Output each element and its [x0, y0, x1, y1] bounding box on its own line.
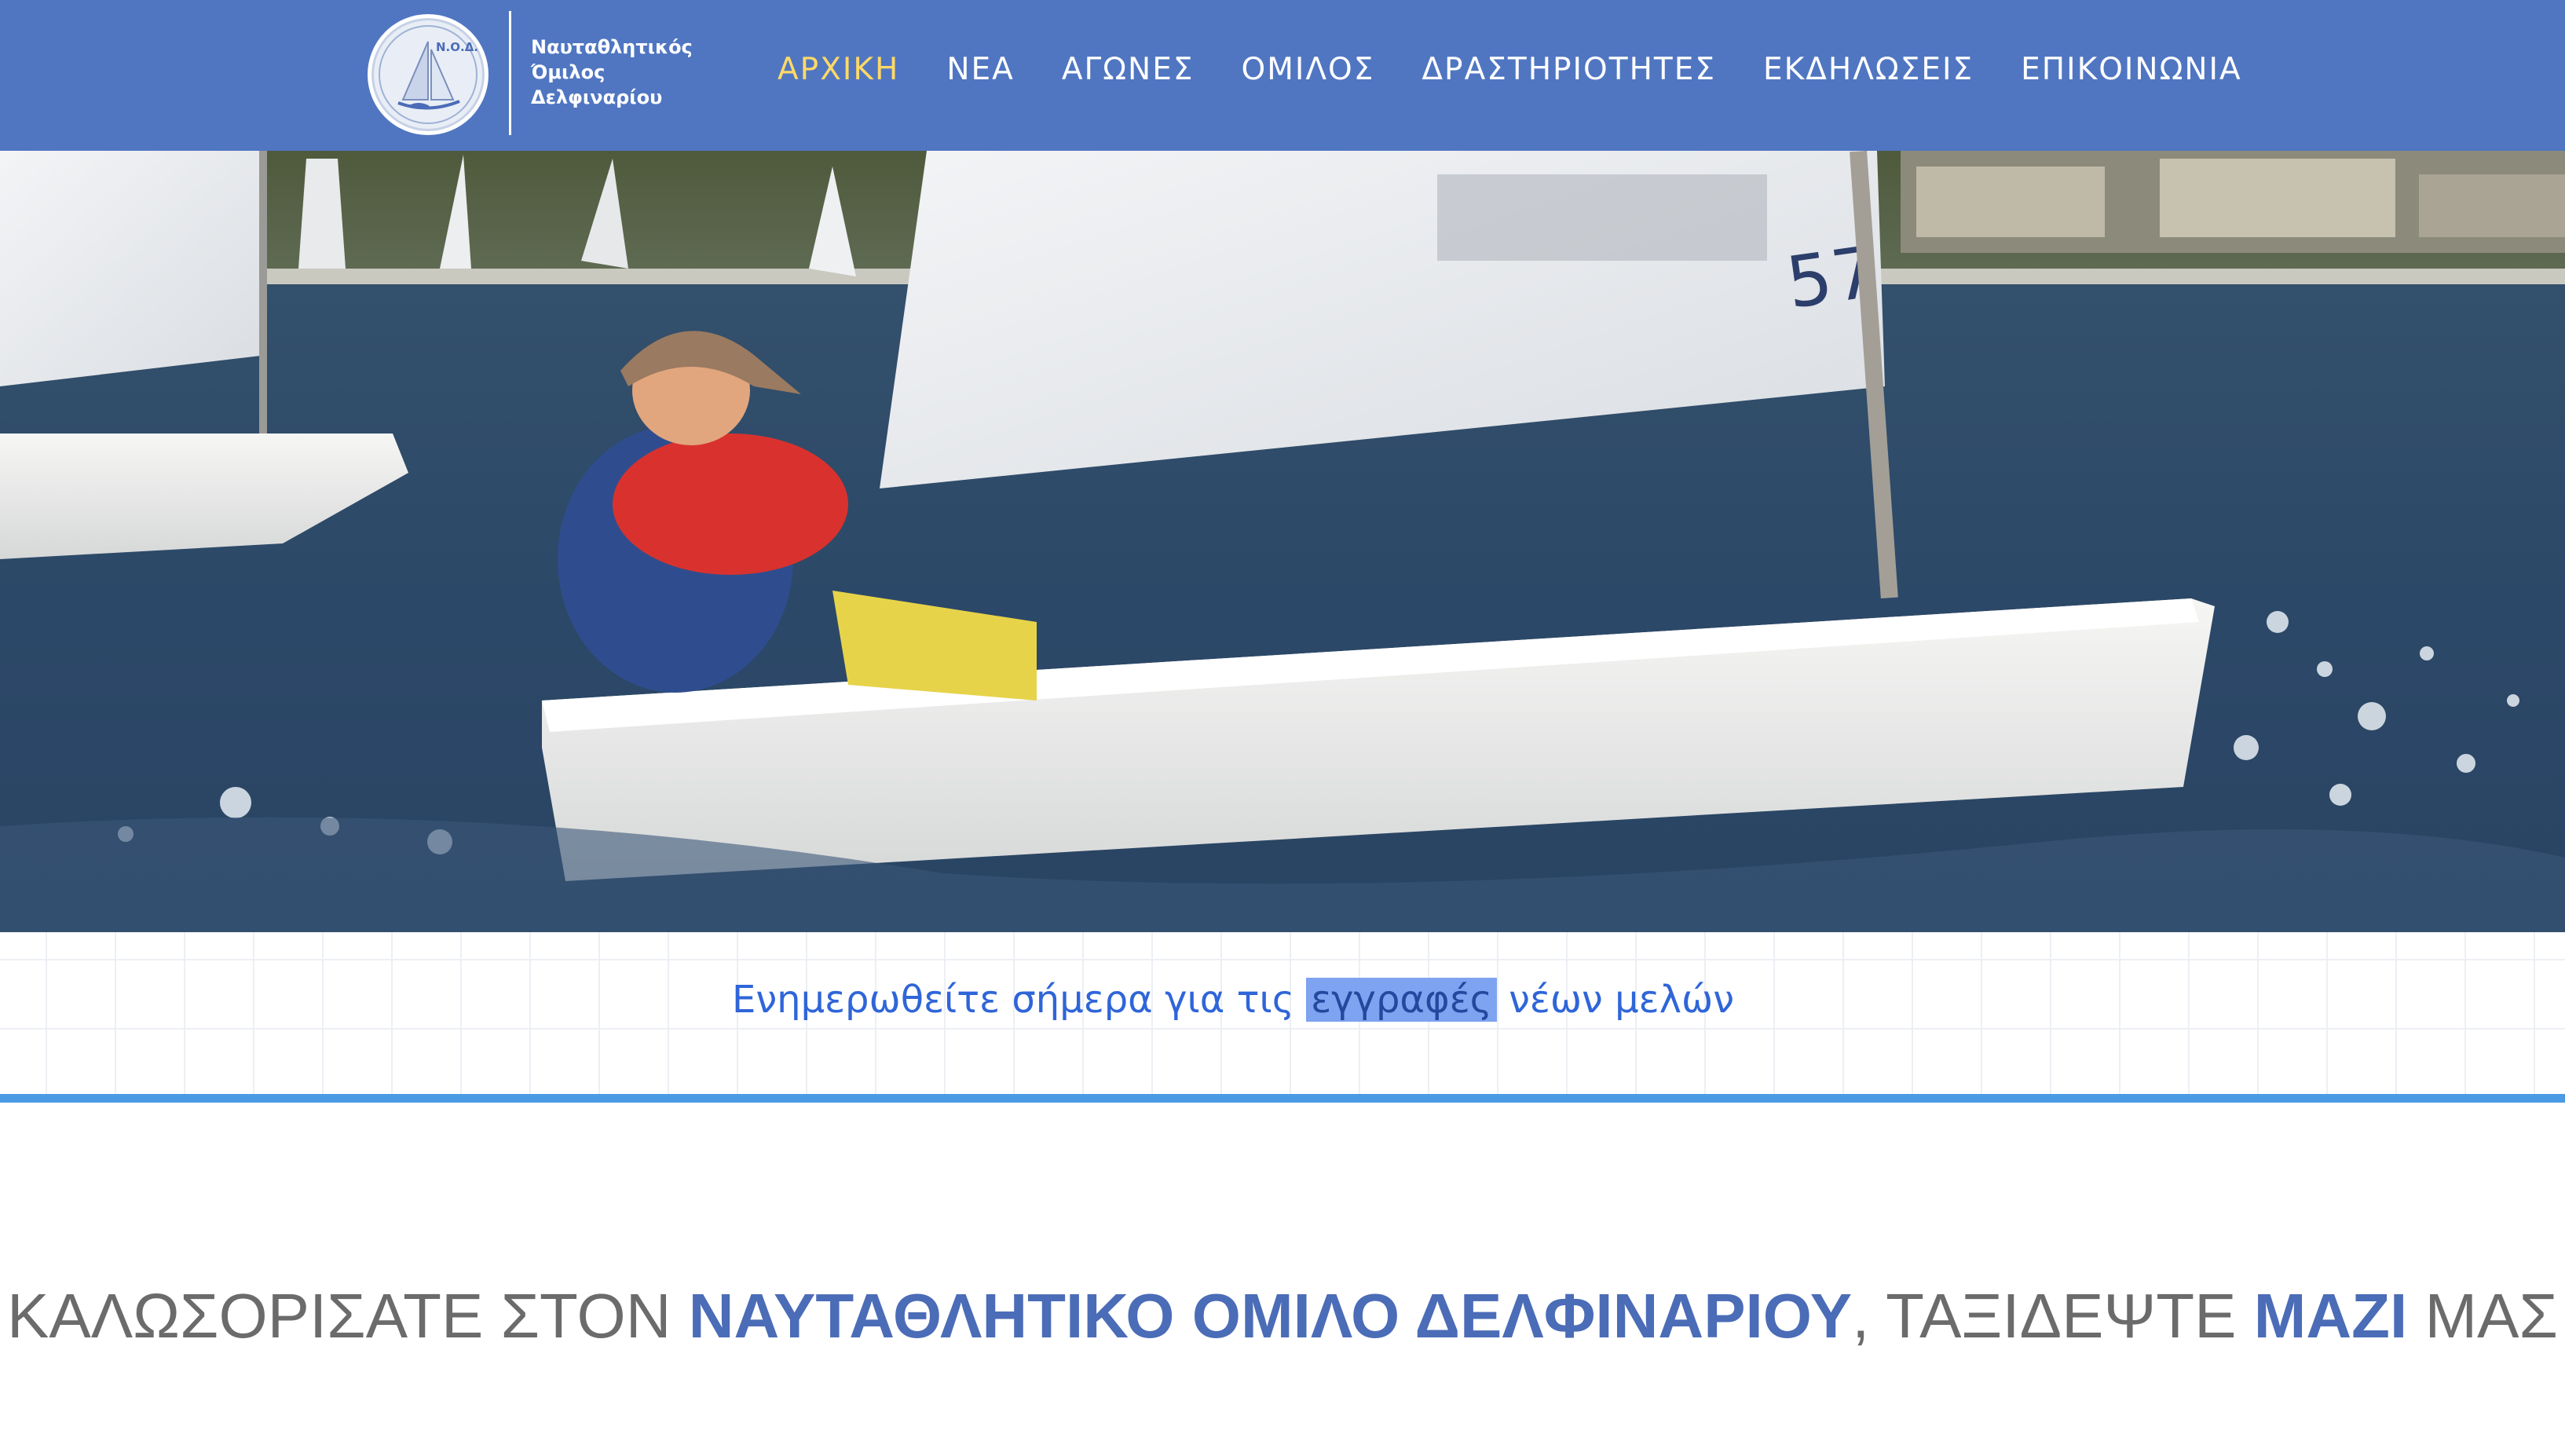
banner-highlight[interactable]: εγγραφές: [1306, 978, 1497, 1022]
club-name-line: Ναυταθλητικός: [531, 36, 693, 58]
banner-text-end: νέων μελών: [1496, 978, 1735, 1022]
section-divider: [0, 1094, 2565, 1103]
nav-item-news[interactable]: ΝΕΑ: [946, 52, 1015, 87]
registration-banner: Ενημερωθείτε σήμερα για τις εγγραφές νέω…: [0, 932, 2565, 1094]
nav-item-contact[interactable]: ΕΠΙΚΟΙΝΩΝΙΑ: [2021, 52, 2242, 87]
sailboat-logo-icon: [379, 25, 478, 124]
logo-divider: [509, 11, 511, 135]
club-name-line: Δελφιναρίου: [531, 86, 663, 108]
welcome-part-1: ΚΑΛΩΣΟΡΙΣΑΤΕ ΣΤΟΝ: [7, 1281, 689, 1351]
hero-image: 57: [0, 151, 2565, 932]
welcome-heading: ΚΑΛΩΣΟΡΙΣΑΤΕ ΣΤΟΝ ΝΑΥΤΑΘΛΗΤΙΚΟ ΟΜΙΛΟ ΔΕΛ…: [0, 1272, 2565, 1360]
nav-item-home[interactable]: ΑΡΧΙΚΗ: [778, 52, 899, 87]
registration-notice[interactable]: Ενημερωθείτε σήμερα για τις εγγραφές νέω…: [732, 978, 1734, 1022]
welcome-part-3: , ΤΑΞΙΔΕΨΤΕ: [1852, 1281, 2254, 1351]
site-header: Ν.Ο.Δ. Ναυταθλητικός Όμιλος Δελφιναρίου …: [0, 0, 2565, 151]
club-name[interactable]: Ναυταθλητικός Όμιλος Δελφιναρίου: [531, 35, 693, 110]
welcome-part-5: ΜΑΣ: [2407, 1281, 2558, 1351]
nav-item-races[interactable]: ΑΓΩΝΕΣ: [1062, 52, 1195, 87]
nav-item-club[interactable]: ΟΜΙΛΟΣ: [1242, 52, 1375, 87]
club-name-line: Όμιλος: [531, 61, 606, 83]
nav-item-events[interactable]: ΕΚΔΗΛΩΣΕΙΣ: [1763, 52, 1974, 87]
welcome-club-name: ΝΑΥΤΑΘΛΗΤΙΚΟ ΟΜΙΛΟ ΔΕΛΦΙΝΑΡΙΟΥ: [688, 1281, 1853, 1351]
club-logo[interactable]: Ν.Ο.Δ.: [368, 14, 488, 135]
welcome-together: ΜΑΖΙ: [2253, 1281, 2408, 1351]
main-nav: ΑΡΧΙΚΗ ΝΕΑ ΑΓΩΝΕΣ ΟΜΙΛΟΣ ΔΡΑΣΤΗΡΙΟΤΗΤΕΣ …: [778, 47, 2242, 91]
banner-text-start: Ενημερωθείτε σήμερα για τις: [732, 978, 1307, 1022]
logo-initials: Ν.Ο.Δ.: [436, 40, 479, 54]
nav-item-activities[interactable]: ΔΡΑΣΤΗΡΙΟΤΗΤΕΣ: [1422, 52, 1716, 87]
sailing-dinghy-scene: 57: [0, 151, 2565, 932]
